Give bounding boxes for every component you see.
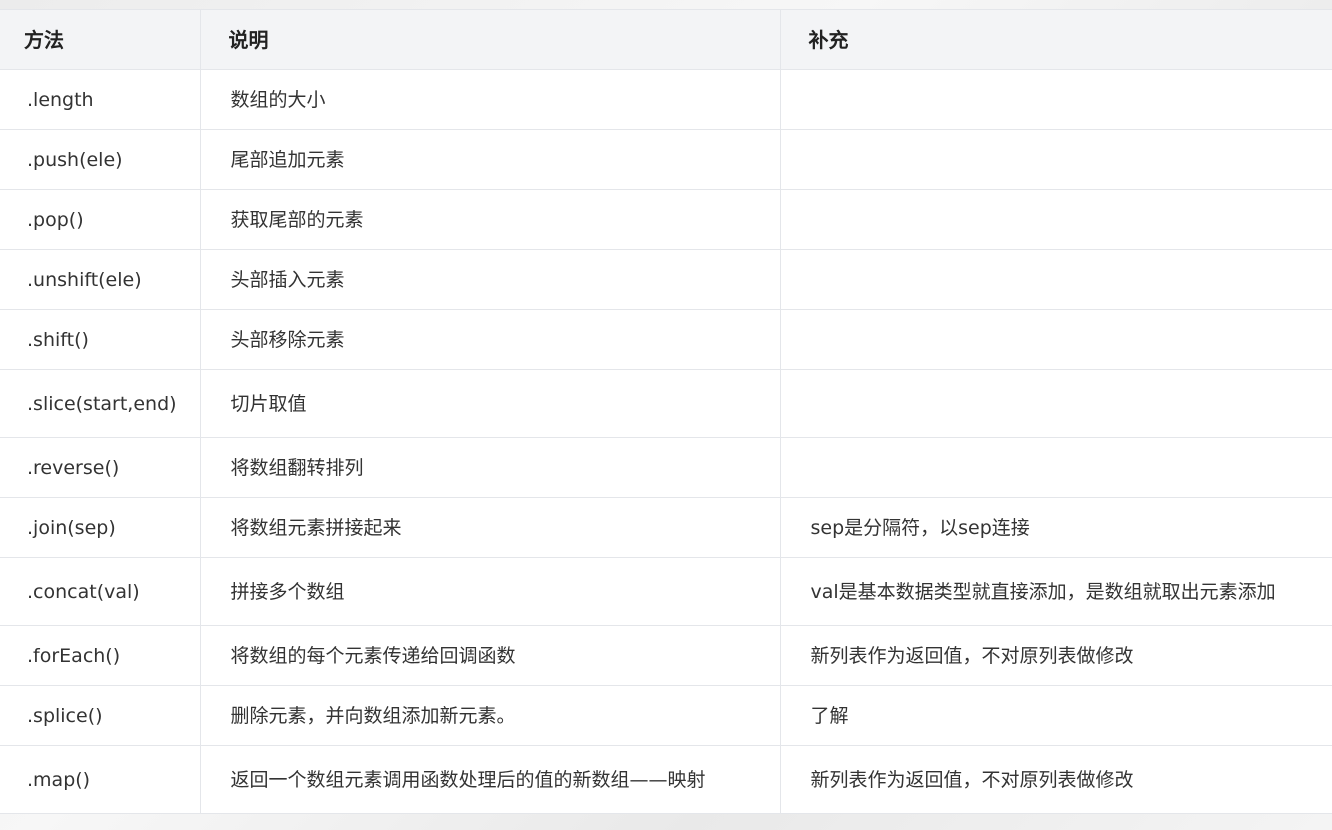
- description-cell: 头部移除元素: [200, 309, 781, 370]
- table-row: .push(ele) 尾部追加元素: [0, 129, 1332, 190]
- note-cell: [780, 369, 1332, 438]
- description-cell: 返回一个数组元素调用函数处理后的值的新数组——映射: [200, 745, 781, 814]
- note-cell: val是基本数据类型就直接添加，是数组就取出元素添加: [780, 557, 1332, 626]
- description-cell: 拼接多个数组: [200, 557, 781, 626]
- note-cell: [780, 189, 1332, 250]
- method-cell: .push(ele): [0, 129, 201, 190]
- description-cell: 头部插入元素: [200, 249, 781, 310]
- method-cell: .map(): [0, 745, 201, 814]
- note-cell: sep是分隔符，以sep连接: [780, 497, 1332, 558]
- method-cell: .splice(): [0, 685, 201, 746]
- note-cell: [780, 129, 1332, 190]
- note-cell: [780, 309, 1332, 370]
- note-cell: [780, 437, 1332, 498]
- header-note: 补充: [780, 9, 1332, 70]
- method-cell: .unshift(ele): [0, 249, 201, 310]
- description-cell: 切片取值: [200, 369, 781, 438]
- method-cell: .length: [0, 69, 201, 130]
- method-cell: .slice(start,end): [0, 369, 201, 438]
- array-methods-table: 方法 说明 补充 .length 数组的大小 .push(ele) 尾部追加元素…: [0, 9, 1332, 814]
- header-method: 方法: [0, 9, 201, 70]
- method-cell: .join(sep): [0, 497, 201, 558]
- note-cell: 新列表作为返回值，不对原列表做修改: [780, 745, 1332, 814]
- method-cell: .reverse(): [0, 437, 201, 498]
- table-row: .slice(start,end) 切片取值: [0, 369, 1332, 438]
- table-header-row: 方法 说明 补充: [0, 9, 1332, 70]
- header-description: 说明: [200, 9, 781, 70]
- table-row: .length 数组的大小: [0, 69, 1332, 130]
- methods-table-container: 方法 说明 补充 .length 数组的大小 .push(ele) 尾部追加元素…: [0, 9, 1332, 814]
- description-cell: 将数组翻转排列: [200, 437, 781, 498]
- note-cell: 了解: [780, 685, 1332, 746]
- table-row: .concat(val) 拼接多个数组 val是基本数据类型就直接添加，是数组就…: [0, 557, 1332, 626]
- method-cell: .concat(val): [0, 557, 201, 626]
- description-cell: 删除元素，并向数组添加新元素。: [200, 685, 781, 746]
- table-row: .map() 返回一个数组元素调用函数处理后的值的新数组——映射 新列表作为返回…: [0, 745, 1332, 814]
- note-cell: [780, 69, 1332, 130]
- description-cell: 将数组元素拼接起来: [200, 497, 781, 558]
- method-cell: .forEach(): [0, 625, 201, 686]
- description-cell: 尾部追加元素: [200, 129, 781, 190]
- table-row: .shift() 头部移除元素: [0, 309, 1332, 370]
- table-row: .reverse() 将数组翻转排列: [0, 437, 1332, 498]
- description-cell: 获取尾部的元素: [200, 189, 781, 250]
- note-cell: 新列表作为返回值，不对原列表做修改: [780, 625, 1332, 686]
- table-row: .pop() 获取尾部的元素: [0, 189, 1332, 250]
- note-cell: [780, 249, 1332, 310]
- table-row: .join(sep) 将数组元素拼接起来 sep是分隔符，以sep连接: [0, 497, 1332, 558]
- description-cell: 数组的大小: [200, 69, 781, 130]
- method-cell: .pop(): [0, 189, 201, 250]
- table-row: .unshift(ele) 头部插入元素: [0, 249, 1332, 310]
- table-row: .forEach() 将数组的每个元素传递给回调函数 新列表作为返回值，不对原列…: [0, 625, 1332, 686]
- method-cell: .shift(): [0, 309, 201, 370]
- description-cell: 将数组的每个元素传递给回调函数: [200, 625, 781, 686]
- table-row: .splice() 删除元素，并向数组添加新元素。 了解: [0, 685, 1332, 746]
